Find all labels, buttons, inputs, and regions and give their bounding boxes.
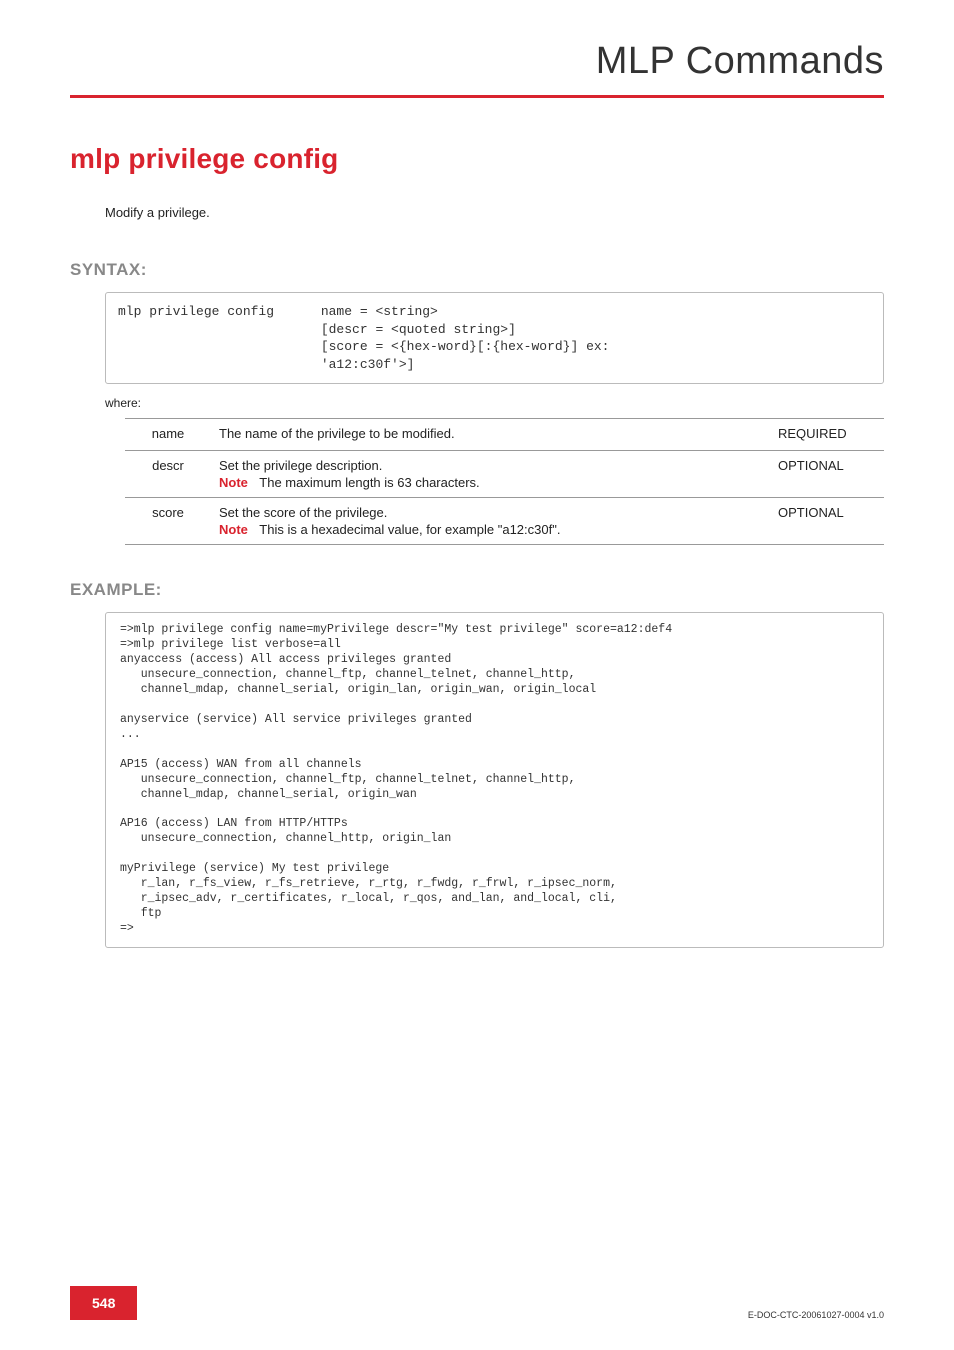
syntax-code: mlp privilege config name = <string> [de… [105, 292, 884, 384]
param-table: name The name of the privilege to be mod… [125, 418, 884, 545]
where-label: where: [105, 396, 884, 410]
param-desc: The name of the privilege to be modified… [219, 426, 766, 441]
param-name: descr [125, 451, 215, 498]
param-desc-cell: The name of the privilege to be modified… [215, 419, 774, 451]
doc-code: E-DOC-CTC-20061027-0004 v1.0 [748, 1310, 884, 1320]
param-name: score [125, 498, 215, 545]
param-desc-cell: Set the privilege description. Note The … [215, 451, 774, 498]
param-note: This is a hexadecimal value, for example… [259, 522, 560, 537]
header: MLP Commands [70, 40, 884, 98]
table-row: name The name of the privilege to be mod… [125, 419, 884, 451]
param-required: OPTIONAL [774, 451, 884, 498]
header-title: MLP Commands [70, 40, 884, 83]
param-name: name [125, 419, 215, 451]
syntax-section: SYNTAX: mlp privilege config name = <str… [70, 260, 884, 545]
page-number-badge: 548 [70, 1286, 137, 1320]
param-note-line: Note The maximum length is 63 characters… [219, 475, 766, 490]
example-heading: EXAMPLE: [70, 580, 884, 600]
example-code: =>mlp privilege config name=myPrivilege … [105, 612, 884, 948]
header-rule [70, 95, 884, 98]
table-row: score Set the score of the privilege. No… [125, 498, 884, 545]
param-desc: Set the score of the privilege. [219, 505, 766, 520]
table-row: descr Set the privilege description. Not… [125, 451, 884, 498]
syntax-heading: SYNTAX: [70, 260, 884, 280]
note-label: Note [219, 522, 256, 537]
footer: 548 E-DOC-CTC-20061027-0004 v1.0 [70, 1286, 884, 1320]
page: MLP Commands mlp privilege config Modify… [0, 0, 954, 1350]
command-title: mlp privilege config [70, 143, 884, 175]
command-intro: Modify a privilege. [105, 205, 884, 220]
param-required: REQUIRED [774, 419, 884, 451]
note-label: Note [219, 475, 256, 490]
param-desc-cell: Set the score of the privilege. Note Thi… [215, 498, 774, 545]
param-required: OPTIONAL [774, 498, 884, 545]
param-note-line: Note This is a hexadecimal value, for ex… [219, 522, 766, 537]
param-note: The maximum length is 63 characters. [259, 475, 479, 490]
param-desc: Set the privilege description. [219, 458, 766, 473]
example-section: EXAMPLE: =>mlp privilege config name=myP… [70, 580, 884, 948]
